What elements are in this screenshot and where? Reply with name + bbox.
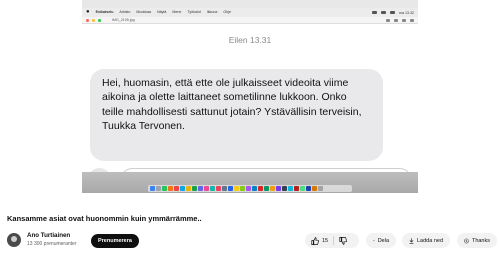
dock-app-icon: [234, 186, 239, 191]
dock-app-icon: [216, 186, 221, 191]
like-button[interactable]: 15: [311, 236, 329, 245]
message-area: Eilen 13.31 Hei, huomasin, että ette ole…: [82, 24, 418, 193]
super-thanks-icon: $: [464, 238, 469, 243]
minimize-window-icon: [92, 18, 95, 22]
thumbs-down-icon: [339, 236, 347, 245]
dock-app-icon: [246, 186, 251, 191]
menu-item: Ikkuna: [206, 10, 218, 14]
message-timestamp: Eilen 13.31: [228, 35, 272, 45]
mac-menubar: ● Esikatselu Arkisto Muokkaa Näytä Mene …: [82, 8, 418, 17]
video-title: Kansamme asiat ovat huonommin kuin ymmär…: [7, 214, 202, 223]
dock-app-icon: [288, 186, 293, 191]
dock-app-icon: [192, 186, 197, 191]
dock-app-icon: [156, 186, 161, 191]
mac-dock: [148, 185, 352, 192]
dock-app-icon: [228, 186, 233, 191]
dock-app-icon: [270, 186, 275, 191]
toolbar-icon: [386, 18, 390, 22]
download-button[interactable]: Ladda ned: [402, 233, 450, 248]
dock-app-icon: [150, 186, 155, 191]
dock-app-icon: [186, 186, 191, 191]
share-button[interactable]: Dela: [366, 233, 396, 248]
thanks-button[interactable]: $ Thanks: [457, 233, 497, 248]
window-filename: IMG_2105.jpg: [112, 18, 135, 22]
dock-app-icon: [174, 186, 179, 191]
download-icon: [409, 237, 414, 244]
dock-app-icon: [276, 186, 281, 191]
desktop-dock-area: [82, 172, 418, 193]
dock-app-icon: [210, 186, 215, 191]
dock-app-icon: [168, 186, 173, 191]
toolbar-icon: [394, 18, 398, 22]
dock-app-icon: [198, 186, 203, 191]
menu-item: Muokkaa: [136, 10, 151, 14]
share-icon: [373, 239, 375, 242]
share-label: Dela: [377, 237, 389, 244]
menu-item: Arkisto: [119, 10, 131, 14]
dock-app-icon: [294, 186, 299, 191]
battery-icon: [372, 11, 378, 14]
dock-app-icon: [204, 186, 209, 191]
dock-app-icon: [306, 186, 311, 191]
apple-icon: ●: [86, 9, 90, 15]
dock-app-icon: [318, 186, 323, 191]
window-titlebar: IMG_2105.jpg: [82, 17, 418, 24]
subscribe-button[interactable]: Prenumerera: [91, 234, 139, 248]
channel-avatar[interactable]: [7, 233, 21, 247]
thumbs-up-icon: [311, 236, 319, 245]
dock-app-icon: [264, 186, 269, 191]
dock-app-icon: [240, 186, 245, 191]
video-player[interactable]: ● Esikatselu Arkisto Muokkaa Näytä Mene …: [82, 0, 418, 193]
window-toolbar: [386, 18, 414, 22]
menubar-status: ma 13.32: [372, 11, 414, 15]
zoom-window-icon: [98, 18, 101, 22]
search-icon: [390, 11, 396, 14]
menu-item: Näytä: [156, 10, 167, 14]
toolbar-icon: [402, 18, 406, 22]
menu-item: Ohje: [223, 10, 231, 14]
dock-app-icon: [300, 186, 305, 191]
dock-app-icon: [258, 186, 263, 191]
channel-name[interactable]: Ano Turtiainen: [27, 232, 70, 239]
thanks-label: Thanks: [471, 237, 490, 244]
download-label: Ladda ned: [417, 237, 443, 244]
like-divider: [333, 236, 335, 245]
dislike-button[interactable]: [339, 236, 347, 245]
dock-app-icon: [162, 186, 167, 191]
like-dislike-group: 15: [305, 233, 359, 248]
message-bubble: Hei, huomasin, että ette ole julkaisseet…: [90, 69, 383, 161]
dock-app-icon: [312, 186, 317, 191]
dock-app-icon: [252, 186, 257, 191]
youtube-watch-page: ● Esikatselu Arkisto Muokkaa Näytä Mene …: [0, 0, 500, 256]
dock-app-icon: [282, 186, 287, 191]
menu-item: Mene: [172, 10, 182, 14]
dock-app-icon: [222, 186, 227, 191]
like-count: 15: [322, 237, 329, 244]
svg-text:$: $: [466, 239, 468, 243]
close-window-icon: [86, 18, 89, 22]
menu-item: Työkalut: [187, 10, 201, 14]
menu-item: Esikatselu: [95, 10, 114, 14]
toolbar-icon: [410, 18, 414, 22]
subscriber-count: 13 300 prenumeranter: [27, 241, 77, 247]
menubar-clock: ma 13.32: [399, 10, 414, 15]
wifi-icon: [381, 11, 387, 14]
dock-app-icon: [180, 186, 185, 191]
